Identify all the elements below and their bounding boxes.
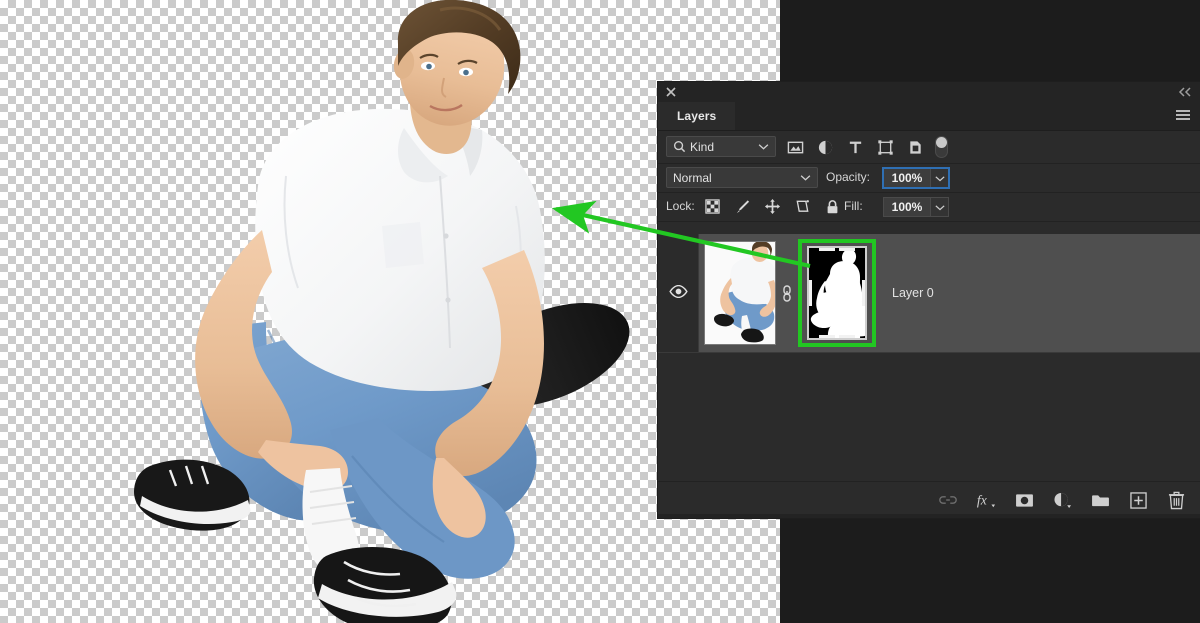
opacity-field[interactable]: 100% <box>882 167 950 189</box>
blend-mode-select[interactable]: Normal <box>666 167 818 188</box>
tab-layers-label: Layers <box>677 109 717 123</box>
panel-resize-handle[interactable] <box>658 514 1200 518</box>
layers-panel[interactable]: Layers Kind Normal Opacity: 100% Lock: F… <box>658 82 1200 518</box>
svg-text:fx: fx <box>977 493 987 508</box>
filter-pixel-layers-icon[interactable] <box>786 138 804 156</box>
filter-type-layers-icon[interactable] <box>846 138 864 156</box>
double-chevron-left-icon[interactable] <box>1177 86 1191 98</box>
link-mask-icon[interactable] <box>776 284 798 302</box>
new-group-icon[interactable] <box>1090 490 1110 510</box>
filter-adjustment-layers-icon[interactable] <box>816 138 834 156</box>
lock-artboard-nesting-icon[interactable] <box>793 197 812 216</box>
filter-type-icons <box>786 136 924 158</box>
menu-line <box>1176 114 1190 116</box>
add-layer-mask-icon[interactable] <box>1014 490 1034 510</box>
layer-thumbnail[interactable] <box>704 241 776 345</box>
fill-value[interactable]: 100% <box>883 197 930 217</box>
lock-label: Lock: <box>666 199 695 213</box>
lock-image-pixels-icon[interactable] <box>733 197 752 216</box>
blend-mode-value: Normal <box>673 170 712 185</box>
new-adjustment-layer-icon[interactable] <box>1052 490 1072 510</box>
layer-name-label[interactable]: Layer 0 <box>892 286 934 300</box>
menu-line <box>1176 110 1190 112</box>
chevron-down-icon[interactable] <box>758 143 769 150</box>
toggle-knob <box>936 137 947 148</box>
close-icon[interactable] <box>665 86 677 98</box>
lock-all-icon[interactable] <box>823 197 842 216</box>
hamburger-menu-icon[interactable] <box>1176 110 1190 121</box>
fill-label: Fill: <box>844 199 863 213</box>
layer-filter-row: Kind <box>658 131 1200 164</box>
eye-visible-icon[interactable] <box>668 284 688 301</box>
lock-icons <box>703 197 842 216</box>
fill-field[interactable]: 100% <box>883 197 949 217</box>
opacity-value[interactable]: 100% <box>883 168 930 188</box>
chevron-down-icon[interactable] <box>800 174 811 181</box>
panel-titlebar <box>658 82 1200 102</box>
layers-list[interactable]: Layer 0 <box>658 234 1200 482</box>
lock-transparent-pixels-icon[interactable] <box>703 197 722 216</box>
filter-smart-object-layers-icon[interactable] <box>906 138 924 156</box>
delete-layer-icon[interactable] <box>1166 490 1186 510</box>
table-row[interactable]: Layer 0 <box>658 234 1200 353</box>
new-layer-icon[interactable] <box>1128 490 1148 510</box>
lock-position-icon[interactable] <box>763 197 782 216</box>
filter-enable-toggle[interactable] <box>935 136 948 158</box>
layers-panel-footer: fx <box>658 481 1200 518</box>
search-icon <box>673 140 686 153</box>
menu-line <box>1176 118 1190 120</box>
footer-icon-group: fx <box>938 482 1186 518</box>
filter-kind-select[interactable]: Kind <box>666 136 776 157</box>
fill-stepper-chevron-icon[interactable] <box>930 197 949 217</box>
blend-opacity-row: Normal Opacity: 100% <box>658 164 1200 193</box>
filter-shape-layers-icon[interactable] <box>876 138 894 156</box>
layer-mask-cell[interactable] <box>798 239 876 347</box>
opacity-label: Opacity: <box>826 170 871 184</box>
opacity-stepper-chevron-icon[interactable] <box>930 168 949 188</box>
green-mask-highlight-box <box>798 239 876 347</box>
lock-row: Lock: Fill: 100% <box>658 193 1200 222</box>
layer-styles-fx-icon[interactable]: fx <box>976 490 996 510</box>
panel-tabbar: Layers <box>658 102 1200 131</box>
tab-layers[interactable]: Layers <box>658 102 736 130</box>
filter-kind-label: Kind <box>690 139 715 154</box>
layer-visibility-cell[interactable] <box>658 234 699 352</box>
photoshop-window: Layers Kind Normal Opacity: 100% Lock: F… <box>0 0 1200 623</box>
link-layers-icon[interactable] <box>938 490 958 510</box>
